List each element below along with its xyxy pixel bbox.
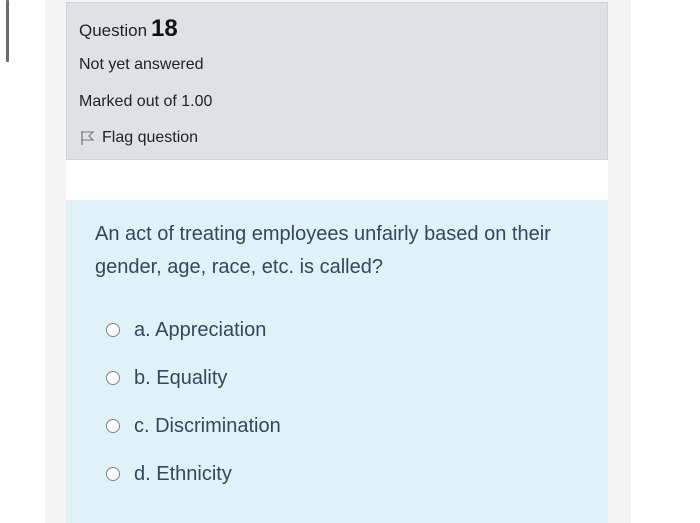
question-state: Not yet answered	[79, 56, 204, 73]
question-text: An act of treating employees unfairly ba…	[95, 223, 551, 278]
answer-option-c[interactable]: c. Discrimination	[106, 402, 281, 450]
question-heading: Question 18	[79, 15, 178, 43]
answer-option-b[interactable]: b. Equality	[106, 354, 281, 402]
answer-option-d[interactable]: d. Ethnicity	[106, 450, 281, 498]
answer-options: a. Appreciation b. Equality c. Discrimin…	[106, 306, 281, 498]
radio-button[interactable]	[106, 467, 120, 481]
quiz-page: Question 18 Not yet answered Marked out o…	[0, 0, 700, 523]
flag-question-label: Flag question	[102, 129, 199, 146]
question-number: 18	[151, 15, 178, 42]
answer-option-a[interactable]: a. Appreciation	[106, 306, 281, 354]
flag-icon	[79, 130, 95, 146]
answer-option-label[interactable]: d. Ethnicity	[134, 463, 232, 486]
spacer	[66, 160, 608, 200]
question-word: Question	[79, 21, 148, 40]
question-grade: Marked out of 1.00	[79, 93, 213, 110]
radio-button[interactable]	[106, 323, 120, 337]
answer-option-label[interactable]: c. Discrimination	[134, 415, 281, 438]
answer-option-label[interactable]: a. Appreciation	[134, 319, 266, 342]
radio-button[interactable]	[106, 419, 120, 433]
question-content: An act of treating employees unfairly ba…	[66, 200, 608, 523]
flag-question-link[interactable]: Flag question	[79, 129, 198, 147]
radio-button[interactable]	[106, 371, 120, 385]
question-info-panel: Question 18 Not yet answered Marked out o…	[66, 2, 608, 160]
scroll-indicator[interactable]	[6, 0, 9, 62]
answer-option-label[interactable]: b. Equality	[134, 367, 227, 390]
